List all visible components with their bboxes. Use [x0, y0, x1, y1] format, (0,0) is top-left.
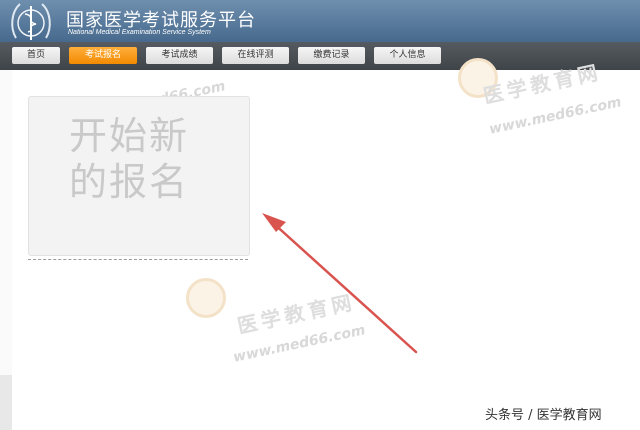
source-credit: 头条号 / 医学教育网 [485, 408, 602, 423]
red-arrow-icon [262, 213, 418, 354]
